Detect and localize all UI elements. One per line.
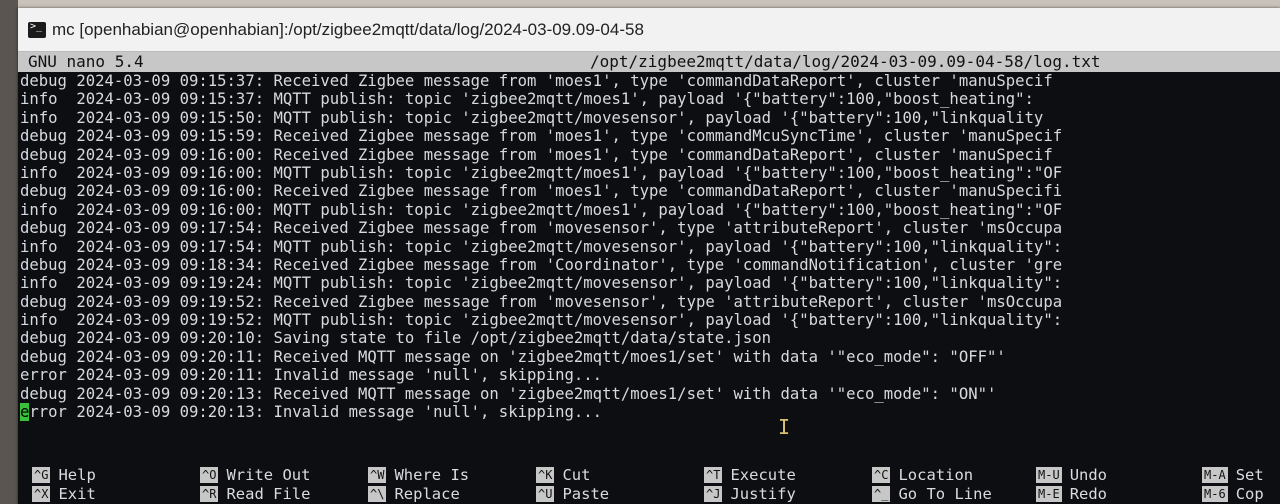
shortcut-key: ^W xyxy=(368,467,387,483)
log-line: debug 2024-03-09 09:18:34: Received Zigb… xyxy=(20,255,1063,274)
shortcut-justify[interactable]: ^J Justify xyxy=(704,485,796,503)
shortcut-paste[interactable]: ^U Paste xyxy=(536,485,609,503)
shortcut-key: ^\ xyxy=(368,486,387,502)
shortcut-label: Paste xyxy=(562,485,610,503)
terminal-icon xyxy=(28,21,46,38)
shortcut-copy[interactable]: M-6 Cop xyxy=(1202,485,1264,503)
photo-background-left xyxy=(0,0,18,504)
shortcut-label: Help xyxy=(58,466,96,484)
shortcut-read-file[interactable]: ^R Read File xyxy=(200,485,310,503)
shortcut-set-mark[interactable]: M-A Set xyxy=(1202,466,1264,484)
shortcut-key: ^U xyxy=(536,486,555,502)
nano-version: GNU nano 5.4 xyxy=(28,52,144,71)
log-line: info 2024-03-09 09:16:00: MQTT publish: … xyxy=(20,163,1063,182)
shortcut-where-is[interactable]: ^W Where Is xyxy=(368,466,469,484)
shortcut-label: Justify xyxy=(730,485,796,503)
shortcut-label: Cut xyxy=(562,466,591,484)
log-line: info 2024-03-09 09:17:54: MQTT publish: … xyxy=(20,237,1063,256)
log-content[interactable]: debug 2024-03-09 09:15:37: Received Zigb… xyxy=(18,72,1280,422)
log-line: debug 2024-03-09 09:19:52: Received Zigb… xyxy=(20,292,1063,311)
shortcut-key: ^C xyxy=(872,467,891,483)
shortcut-location[interactable]: ^C Location xyxy=(872,466,973,484)
nano-header: GNU nano 5.4 /opt/zigbee2mqtt/data/log/2… xyxy=(18,52,1280,72)
shortcut-key: ^X xyxy=(32,486,51,502)
shortcut-write-out[interactable]: ^O Write Out xyxy=(200,466,310,484)
shortcut-label: Read File xyxy=(226,485,311,503)
log-line: debug 2024-03-09 09:20:11: Received MQTT… xyxy=(20,347,1006,366)
shortcut-key: ^R xyxy=(200,486,219,502)
log-line: debug 2024-03-09 09:15:37: Received Zigb… xyxy=(20,72,1053,90)
log-line: error 2024-03-09 09:20:11: Invalid messa… xyxy=(20,366,603,385)
shortcut-bar: ^G Help ^O Write Out ^W Where Is ^K Cut … xyxy=(18,464,1280,504)
shortcut-label: Write Out xyxy=(226,466,311,484)
log-line: debug 2024-03-09 09:20:13: Received MQTT… xyxy=(20,384,997,403)
shortcut-replace[interactable]: ^\ Replace xyxy=(368,485,460,503)
text-cursor[interactable]: e xyxy=(20,403,30,422)
shortcut-key: ^K xyxy=(536,467,555,483)
shortcut-undo[interactable]: M-U Undo xyxy=(1036,466,1107,484)
shortcut-execute[interactable]: ^T Execute xyxy=(704,466,796,484)
log-line: info 2024-03-09 09:19:24: MQTT publish: … xyxy=(20,274,1063,293)
log-line: debug 2024-03-09 09:16:00: Received Zigb… xyxy=(20,145,1053,164)
log-line-current: error 2024-03-09 09:20:13: Invalid messa… xyxy=(20,403,1280,422)
log-line: debug 2024-03-09 09:17:54: Received Zigb… xyxy=(20,219,1063,238)
shortcut-label: Replace xyxy=(394,485,460,503)
shortcut-go-to-line[interactable]: ^_ Go To Line xyxy=(872,485,992,503)
shortcut-help[interactable]: ^G Help xyxy=(32,466,96,484)
terminal-area[interactable]: GNU nano 5.4 /opt/zigbee2mqtt/data/log/2… xyxy=(18,52,1280,504)
terminal-window: mc [openhabian@openhabian]:/opt/zigbee2m… xyxy=(18,8,1280,504)
shortcut-key: M-E xyxy=(1036,486,1062,502)
shortcut-label: Go To Line xyxy=(898,485,992,503)
shortcut-key: M-6 xyxy=(1202,486,1228,502)
shortcut-label: Redo xyxy=(1069,485,1108,503)
log-line: debug 2024-03-09 09:20:10: Saving state … xyxy=(20,329,772,348)
shortcut-label: Execute xyxy=(730,466,796,484)
log-line: info 2024-03-09 09:15:50: MQTT publish: … xyxy=(20,108,1044,127)
shortcut-key: ^G xyxy=(32,467,51,483)
log-line: info 2024-03-09 09:19:52: MQTT publish: … xyxy=(20,311,1063,330)
shortcut-label: Exit xyxy=(58,485,96,503)
shortcut-label: Location xyxy=(898,466,974,484)
log-line: debug 2024-03-09 09:15:59: Received Zigb… xyxy=(20,127,1063,146)
log-line: info 2024-03-09 09:16:00: MQTT publish: … xyxy=(20,200,1063,219)
shortcut-cut[interactable]: ^K Cut xyxy=(536,466,590,484)
shortcut-label: Cop xyxy=(1235,485,1264,503)
log-line-text: rror 2024-03-09 09:20:13: Invalid messag… xyxy=(29,403,603,422)
shortcut-key: M-U xyxy=(1036,467,1062,483)
mouse-ibeam-icon: I xyxy=(778,415,791,439)
shortcut-key: ^J xyxy=(704,486,723,502)
log-line: info 2024-03-09 09:15:37: MQTT publish: … xyxy=(20,90,1034,109)
window-title: mc [openhabian@openhabian]:/opt/zigbee2m… xyxy=(52,19,644,39)
shortcut-label: Undo xyxy=(1069,466,1108,484)
shortcut-key: ^_ xyxy=(872,486,891,502)
shortcut-key: ^T xyxy=(704,467,723,483)
log-line: debug 2024-03-09 09:16:00: Received Zigb… xyxy=(20,182,1063,201)
shortcut-key: M-A xyxy=(1202,467,1228,483)
shortcut-key: ^O xyxy=(200,467,219,483)
shortcut-label: Set xyxy=(1235,466,1264,484)
shortcut-exit[interactable]: ^X Exit xyxy=(32,485,96,503)
shortcut-redo[interactable]: M-E Redo xyxy=(1036,485,1107,503)
file-path: /opt/zigbee2mqtt/data/log/2024-03-09.09-… xyxy=(590,52,1101,71)
shortcut-label: Where Is xyxy=(394,466,470,484)
title-bar[interactable]: mc [openhabian@openhabian]:/opt/zigbee2m… xyxy=(18,8,1280,52)
